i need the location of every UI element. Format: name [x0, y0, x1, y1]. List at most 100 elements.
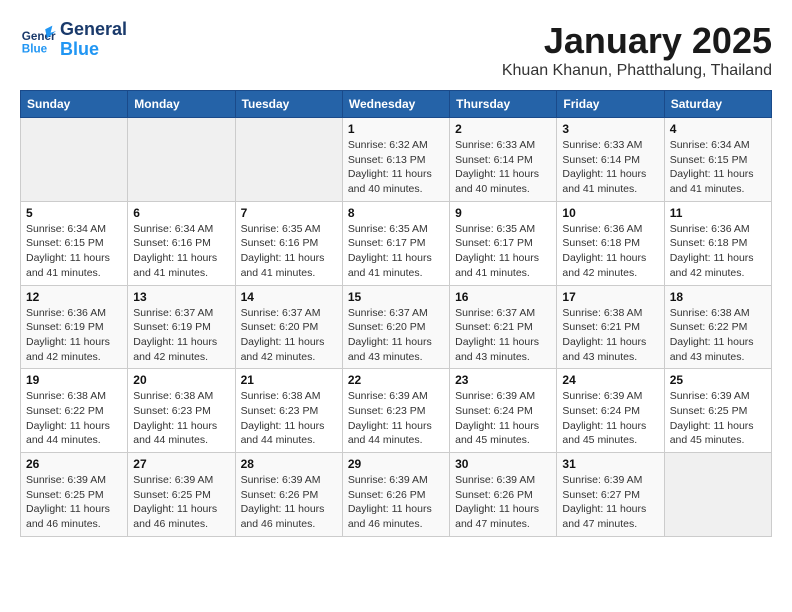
day-number: 15 [348, 290, 444, 304]
day-info: Sunrise: 6:36 AM Sunset: 6:18 PM Dayligh… [670, 222, 766, 281]
day-info: Sunrise: 6:34 AM Sunset: 6:15 PM Dayligh… [26, 222, 122, 281]
day-number: 5 [26, 206, 122, 220]
calendar-day-cell: 15 Sunrise: 6:37 AM Sunset: 6:20 PM Dayli… [342, 285, 449, 369]
day-number: 21 [241, 373, 337, 387]
calendar-day-cell: 4 Sunrise: 6:34 AM Sunset: 6:15 PM Daylig… [664, 118, 771, 202]
calendar-day-cell: 16 Sunrise: 6:37 AM Sunset: 6:21 PM Dayli… [450, 285, 557, 369]
day-info: Sunrise: 6:39 AM Sunset: 6:26 PM Dayligh… [348, 473, 444, 532]
day-number: 9 [455, 206, 551, 220]
day-number: 24 [562, 373, 658, 387]
calendar-day-cell: 20 Sunrise: 6:38 AM Sunset: 6:23 PM Dayli… [128, 369, 235, 453]
calendar-day-cell: 11 Sunrise: 6:36 AM Sunset: 6:18 PM Dayli… [664, 201, 771, 285]
calendar-day-cell: 13 Sunrise: 6:37 AM Sunset: 6:19 PM Dayli… [128, 285, 235, 369]
calendar-day-cell: 18Sunrise: 6:38 AM Sunset: 6:22 PM Dayli… [664, 285, 771, 369]
calendar-day-cell: 25Sunrise: 6:39 AM Sunset: 6:25 PM Dayli… [664, 369, 771, 453]
calendar-day-cell: 22 Sunrise: 6:39 AM Sunset: 6:23 PM Dayli… [342, 369, 449, 453]
day-number: 19 [26, 373, 122, 387]
day-info: Sunrise: 6:39 AM Sunset: 6:27 PM Dayligh… [562, 473, 658, 532]
day-number: 17 [562, 290, 658, 304]
calendar-day-cell: 14Sunrise: 6:37 AM Sunset: 6:20 PM Dayli… [235, 285, 342, 369]
logo: General Blue General Blue [20, 20, 127, 60]
day-number: 8 [348, 206, 444, 220]
calendar-day-cell: 19 Sunrise: 6:38 AM Sunset: 6:22 PM Dayli… [21, 369, 128, 453]
day-info: Sunrise: 6:35 AM Sunset: 6:16 PM Dayligh… [241, 222, 337, 281]
calendar-day-cell: 1Sunrise: 6:32 AM Sunset: 6:13 PM Daylig… [342, 118, 449, 202]
day-info: Sunrise: 6:39 AM Sunset: 6:26 PM Dayligh… [455, 473, 551, 532]
day-number: 1 [348, 122, 444, 136]
calendar-day-cell: 6 Sunrise: 6:34 AM Sunset: 6:16 PM Daylig… [128, 201, 235, 285]
day-info: Sunrise: 6:36 AM Sunset: 6:18 PM Dayligh… [562, 222, 658, 281]
day-info: Sunrise: 6:38 AM Sunset: 6:23 PM Dayligh… [241, 389, 337, 448]
calendar-week-row: 5 Sunrise: 6:34 AM Sunset: 6:15 PM Daylig… [21, 201, 772, 285]
day-of-week-header: Monday [128, 91, 235, 118]
svg-text:General: General [22, 30, 56, 43]
calendar-week-row: 26 Sunrise: 6:39 AM Sunset: 6:25 PM Dayli… [21, 453, 772, 537]
calendar-day-cell: 31 Sunrise: 6:39 AM Sunset: 6:27 PM Dayli… [557, 453, 664, 537]
calendar-table: SundayMondayTuesdayWednesdayThursdayFrid… [20, 90, 772, 537]
calendar-day-cell [235, 118, 342, 202]
day-info: Sunrise: 6:38 AM Sunset: 6:23 PM Dayligh… [133, 389, 229, 448]
day-number: 7 [241, 206, 337, 220]
day-of-week-header: Tuesday [235, 91, 342, 118]
day-number: 31 [562, 457, 658, 471]
day-number: 4 [670, 122, 766, 136]
day-info: Sunrise: 6:39 AM Sunset: 6:25 PM Dayligh… [670, 389, 766, 448]
logo-general-text: General [60, 20, 127, 40]
day-info: Sunrise: 6:35 AM Sunset: 6:17 PM Dayligh… [348, 222, 444, 281]
day-info: Sunrise: 6:39 AM Sunset: 6:24 PM Dayligh… [455, 389, 551, 448]
calendar-day-cell: 10 Sunrise: 6:36 AM Sunset: 6:18 PM Dayli… [557, 201, 664, 285]
day-number: 16 [455, 290, 551, 304]
day-number: 20 [133, 373, 229, 387]
calendar-day-cell: 26 Sunrise: 6:39 AM Sunset: 6:25 PM Dayli… [21, 453, 128, 537]
day-info: Sunrise: 6:39 AM Sunset: 6:23 PM Dayligh… [348, 389, 444, 448]
logo-blue-text: Blue [60, 40, 127, 60]
day-info: Sunrise: 6:36 AM Sunset: 6:19 PM Dayligh… [26, 306, 122, 365]
day-number: 28 [241, 457, 337, 471]
day-info: Sunrise: 6:38 AM Sunset: 6:22 PM Dayligh… [26, 389, 122, 448]
calendar-day-cell [21, 118, 128, 202]
calendar-week-row: 19 Sunrise: 6:38 AM Sunset: 6:22 PM Dayli… [21, 369, 772, 453]
page-title: January 2025 [502, 20, 772, 62]
calendar-day-cell: 17Sunrise: 6:38 AM Sunset: 6:21 PM Dayli… [557, 285, 664, 369]
day-number: 11 [670, 206, 766, 220]
day-of-week-header: Wednesday [342, 91, 449, 118]
day-number: 29 [348, 457, 444, 471]
day-number: 27 [133, 457, 229, 471]
logo-icon: General Blue [20, 22, 56, 58]
day-number: 23 [455, 373, 551, 387]
day-info: Sunrise: 6:34 AM Sunset: 6:15 PM Dayligh… [670, 138, 766, 197]
day-info: Sunrise: 6:39 AM Sunset: 6:25 PM Dayligh… [26, 473, 122, 532]
calendar-day-cell: 28 Sunrise: 6:39 AM Sunset: 6:26 PM Dayli… [235, 453, 342, 537]
day-info: Sunrise: 6:39 AM Sunset: 6:24 PM Dayligh… [562, 389, 658, 448]
calendar-week-row: 1Sunrise: 6:32 AM Sunset: 6:13 PM Daylig… [21, 118, 772, 202]
calendar-day-cell: 21 Sunrise: 6:38 AM Sunset: 6:23 PM Dayli… [235, 369, 342, 453]
title-block: January 2025 Khuan Khanun, Phatthalung, … [502, 20, 772, 80]
day-info: Sunrise: 6:37 AM Sunset: 6:20 PM Dayligh… [348, 306, 444, 365]
day-number: 13 [133, 290, 229, 304]
calendar-day-cell: 27 Sunrise: 6:39 AM Sunset: 6:25 PM Dayli… [128, 453, 235, 537]
day-number: 22 [348, 373, 444, 387]
day-info: Sunrise: 6:39 AM Sunset: 6:25 PM Dayligh… [133, 473, 229, 532]
day-info: Sunrise: 6:33 AM Sunset: 6:14 PM Dayligh… [562, 138, 658, 197]
day-info: Sunrise: 6:37 AM Sunset: 6:19 PM Dayligh… [133, 306, 229, 365]
day-info: Sunrise: 6:39 AM Sunset: 6:26 PM Dayligh… [241, 473, 337, 532]
calendar-day-cell: 9 Sunrise: 6:35 AM Sunset: 6:17 PM Daylig… [450, 201, 557, 285]
day-info: Sunrise: 6:35 AM Sunset: 6:17 PM Dayligh… [455, 222, 551, 281]
day-number: 10 [562, 206, 658, 220]
day-number: 6 [133, 206, 229, 220]
calendar-header-row: SundayMondayTuesdayWednesdayThursdayFrid… [21, 91, 772, 118]
calendar-day-cell: 24 Sunrise: 6:39 AM Sunset: 6:24 PM Dayli… [557, 369, 664, 453]
calendar-day-cell: 7 Sunrise: 6:35 AM Sunset: 6:16 PM Daylig… [235, 201, 342, 285]
day-number: 30 [455, 457, 551, 471]
day-info: Sunrise: 6:37 AM Sunset: 6:21 PM Dayligh… [455, 306, 551, 365]
calendar-day-cell: 2Sunrise: 6:33 AM Sunset: 6:14 PM Daylig… [450, 118, 557, 202]
day-number: 26 [26, 457, 122, 471]
calendar-day-cell [128, 118, 235, 202]
day-of-week-header: Saturday [664, 91, 771, 118]
day-info: Sunrise: 6:34 AM Sunset: 6:16 PM Dayligh… [133, 222, 229, 281]
day-of-week-header: Sunday [21, 91, 128, 118]
day-number: 18 [670, 290, 766, 304]
day-of-week-header: Friday [557, 91, 664, 118]
calendar-day-cell: 12Sunrise: 6:36 AM Sunset: 6:19 PM Dayli… [21, 285, 128, 369]
page-subtitle: Khuan Khanun, Phatthalung, Thailand [502, 62, 772, 80]
